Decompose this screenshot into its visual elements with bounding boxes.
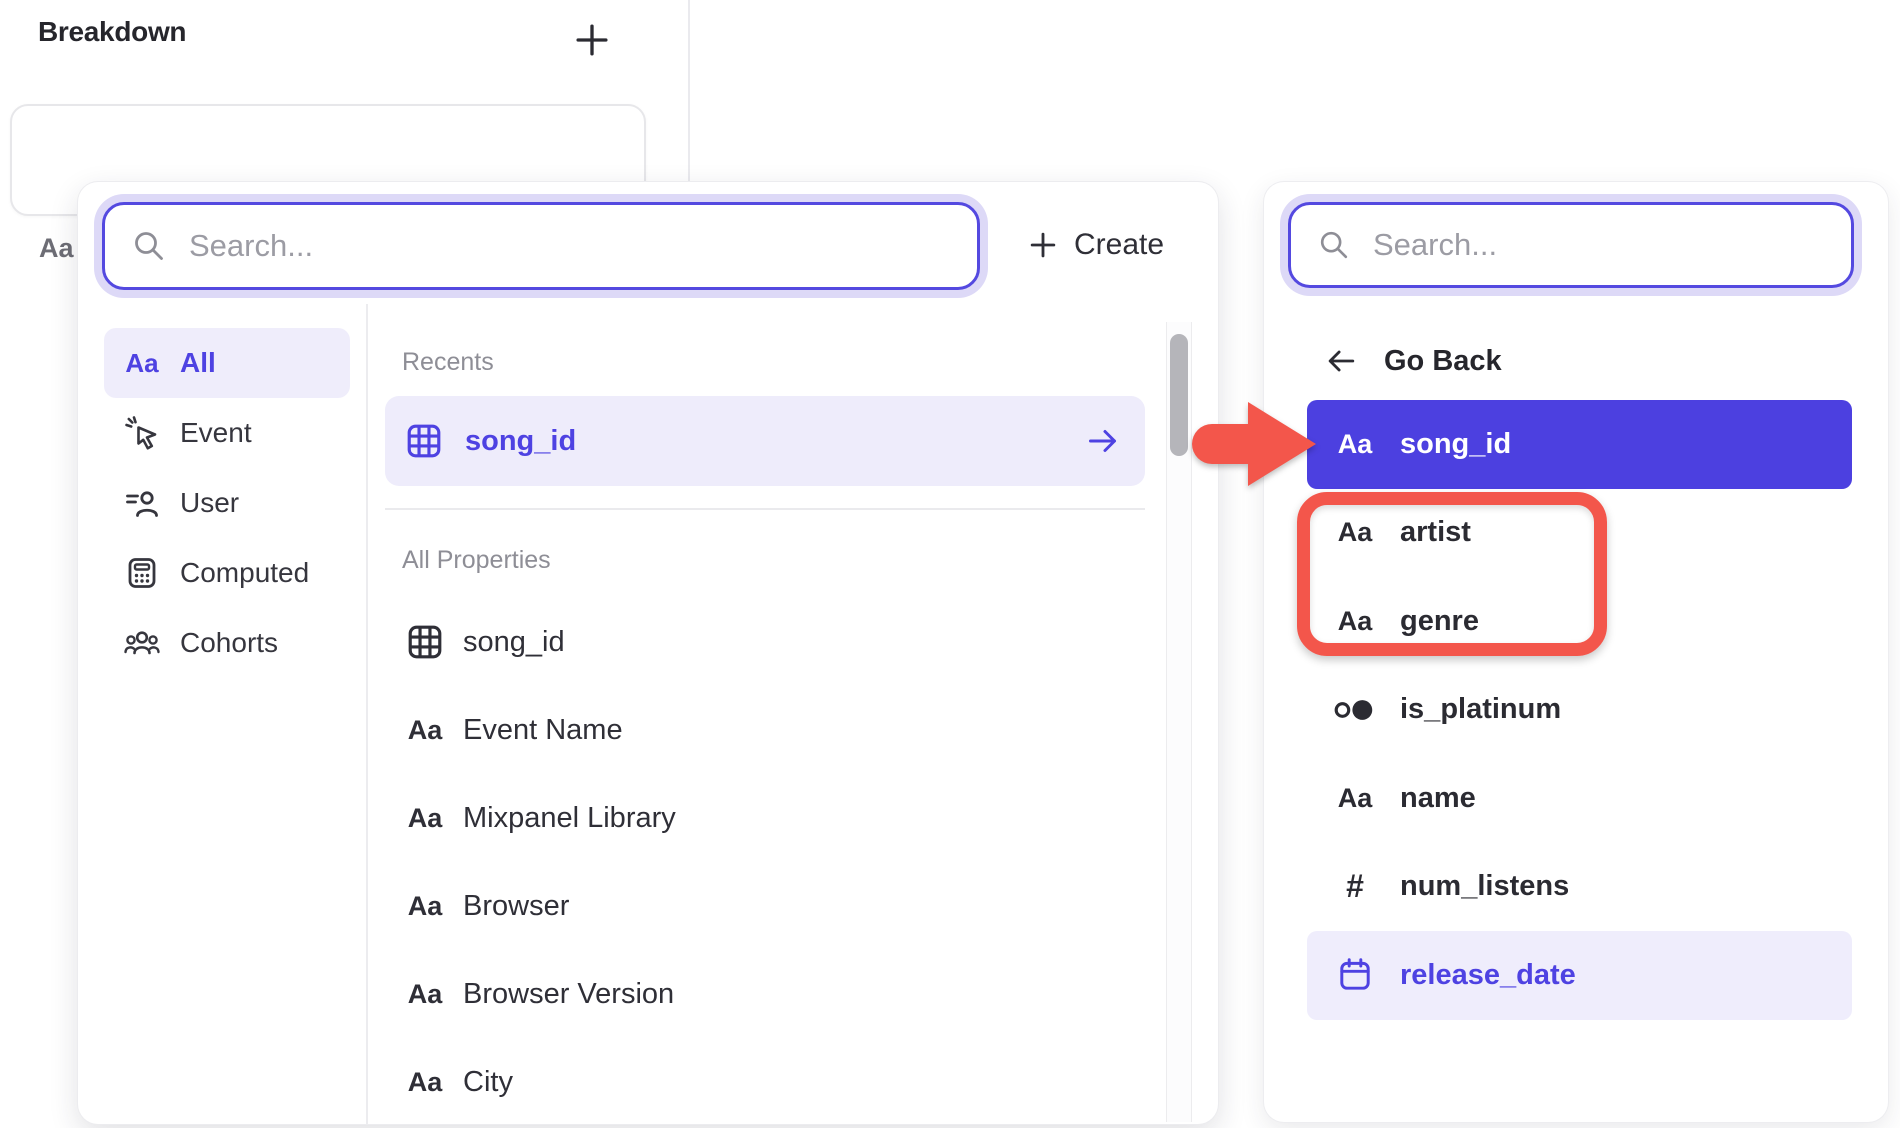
search-icon bbox=[131, 228, 167, 264]
arrow-left-icon bbox=[1324, 344, 1358, 378]
detail-property-label: name bbox=[1400, 782, 1476, 815]
text-type-icon: Aa bbox=[124, 345, 160, 381]
detail-search[interactable] bbox=[1288, 202, 1854, 288]
screen: Breakdown Aa song_id bbox=[0, 0, 1900, 1128]
text-type-icon: Aa bbox=[405, 710, 445, 750]
string-type-icon: Aa bbox=[39, 233, 74, 264]
number-type-icon: # bbox=[1332, 867, 1378, 907]
detail-row-release-date[interactable]: release_date bbox=[1307, 931, 1852, 1020]
go-back-button[interactable]: Go Back bbox=[1324, 330, 1502, 392]
property-label: Browser Version bbox=[463, 978, 674, 1011]
text-type-icon: Aa bbox=[405, 1062, 445, 1102]
event-click-icon bbox=[124, 415, 160, 451]
column-divider bbox=[688, 0, 690, 182]
table-grid-icon bbox=[405, 422, 443, 460]
detail-row-song-id[interactable]: Aa song_id bbox=[1307, 400, 1852, 489]
annotation-arrow-icon bbox=[1192, 398, 1318, 490]
property-row-event-name[interactable]: Aa Event Name bbox=[385, 686, 1145, 774]
sidebar-item-user[interactable]: User bbox=[104, 468, 350, 538]
create-label: Create bbox=[1074, 228, 1164, 262]
go-back-label: Go Back bbox=[1384, 345, 1502, 378]
detail-property-label: release_date bbox=[1400, 959, 1576, 992]
property-label: song_id bbox=[463, 626, 565, 659]
sidebar-item-label: All bbox=[180, 347, 216, 379]
text-type-icon: Aa bbox=[405, 798, 445, 838]
property-row-song-id[interactable]: song_id bbox=[385, 598, 1145, 686]
people-group-icon bbox=[124, 625, 160, 661]
section-divider bbox=[385, 508, 1145, 510]
property-label: Event Name bbox=[463, 714, 623, 747]
detail-row-is-platinum[interactable]: is_platinum bbox=[1307, 666, 1852, 755]
add-breakdown-button[interactable] bbox=[572, 20, 612, 60]
property-row-browser-version[interactable]: Aa Browser Version bbox=[385, 950, 1145, 1038]
sidebar-item-label: Cohorts bbox=[180, 627, 278, 659]
detail-property-label: is_platinum bbox=[1400, 693, 1561, 726]
detail-row-name[interactable]: Aa name bbox=[1307, 754, 1852, 843]
table-grid-icon bbox=[405, 622, 445, 662]
property-label: Browser bbox=[463, 890, 569, 923]
recents-section-label: Recents bbox=[402, 348, 494, 377]
detail-row-num-listens[interactable]: # num_listens bbox=[1307, 843, 1852, 932]
sidebar-item-cohorts[interactable]: Cohorts bbox=[104, 608, 350, 678]
sidebar-item-label: Event bbox=[180, 417, 252, 449]
user-list-icon bbox=[124, 485, 160, 521]
sidebar-item-event[interactable]: Event bbox=[104, 398, 350, 468]
property-row-browser[interactable]: Aa Browser bbox=[385, 862, 1145, 950]
property-picker-panel: Create Aa All Event bbox=[78, 182, 1218, 1124]
category-sidebar: Aa All Event bbox=[104, 328, 350, 678]
property-row-city[interactable]: Aa City bbox=[385, 1038, 1145, 1126]
text-type-icon: Aa bbox=[1332, 778, 1378, 818]
create-property-button[interactable]: Create bbox=[1028, 210, 1164, 280]
detail-property-label: num_listens bbox=[1400, 870, 1569, 903]
calendar-icon bbox=[1332, 955, 1378, 995]
recent-property-label: song_id bbox=[465, 425, 1063, 458]
search-input[interactable] bbox=[1373, 227, 1851, 263]
recent-property-song-id[interactable]: song_id bbox=[385, 396, 1145, 486]
text-type-icon: Aa bbox=[1332, 424, 1378, 464]
property-label: City bbox=[463, 1066, 513, 1099]
annotation-highlight-box bbox=[1297, 492, 1607, 656]
scrollbar-thumb[interactable] bbox=[1170, 334, 1188, 456]
boolean-type-icon bbox=[1332, 690, 1378, 730]
search-input[interactable] bbox=[189, 228, 977, 264]
arrow-right-icon[interactable] bbox=[1085, 423, 1121, 459]
all-properties-list: song_id Aa Event Name Aa Mixpanel Librar… bbox=[385, 598, 1145, 1126]
search-icon bbox=[1317, 228, 1351, 262]
page-title: Breakdown bbox=[38, 16, 186, 48]
property-label: Mixpanel Library bbox=[463, 802, 676, 835]
detail-property-label: song_id bbox=[1400, 428, 1511, 461]
all-properties-section-label: All Properties bbox=[402, 546, 551, 575]
plus-icon bbox=[572, 20, 612, 60]
sidebar-item-label: Computed bbox=[180, 557, 309, 589]
plus-icon bbox=[1028, 230, 1058, 260]
sidebar-divider bbox=[366, 304, 368, 1124]
picker-search[interactable] bbox=[102, 202, 980, 290]
sidebar-item-label: User bbox=[180, 487, 239, 519]
text-type-icon: Aa bbox=[405, 886, 445, 926]
sidebar-item-computed[interactable]: Computed bbox=[104, 538, 350, 608]
calculator-icon bbox=[124, 555, 160, 591]
sidebar-item-all[interactable]: Aa All bbox=[104, 328, 350, 398]
property-row-mixpanel-library[interactable]: Aa Mixpanel Library bbox=[385, 774, 1145, 862]
text-type-icon: Aa bbox=[405, 974, 445, 1014]
